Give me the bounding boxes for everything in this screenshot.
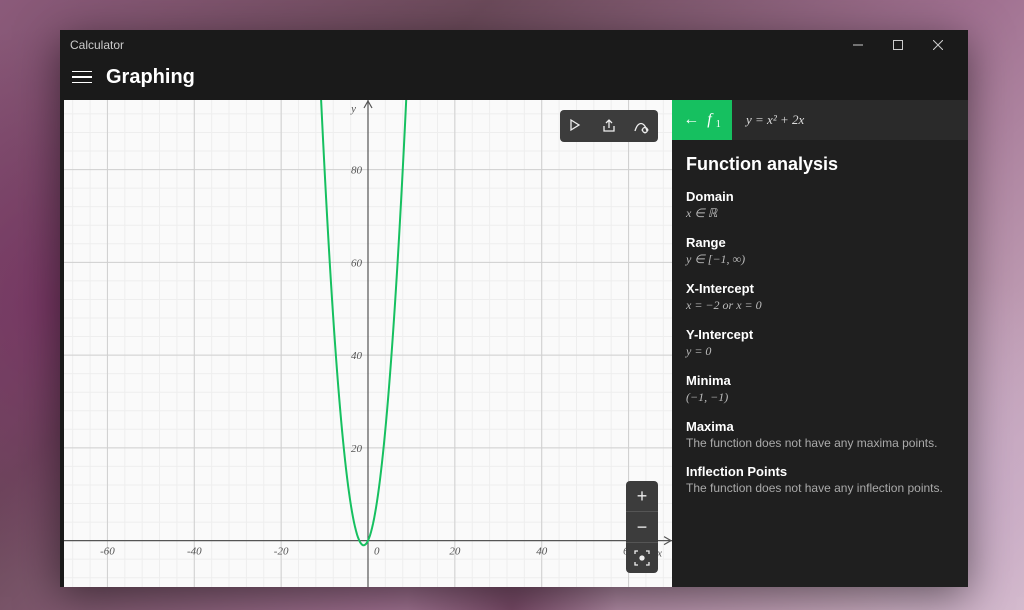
- property-value: The function does not have any maxima po…: [686, 436, 954, 450]
- svg-text:-20: -20: [274, 546, 289, 558]
- property-label: Range: [686, 235, 954, 250]
- property-value: (−1, −1): [686, 390, 954, 405]
- svg-text:40: 40: [536, 546, 548, 558]
- svg-text:0: 0: [374, 546, 380, 558]
- maximize-button[interactable]: [878, 30, 918, 60]
- svg-text:80: 80: [351, 165, 363, 177]
- analysis-title: Function analysis: [686, 154, 954, 175]
- app-header: Graphing: [60, 60, 968, 100]
- property-label: Maxima: [686, 419, 954, 434]
- svg-text:60: 60: [351, 257, 363, 269]
- analysis-property: Maxima The function does not have any max…: [686, 419, 954, 450]
- side-panel: ← f 1 y = x² + 2x Function analysis Doma…: [672, 100, 968, 587]
- property-value: The function does not have any inflectio…: [686, 481, 954, 495]
- function-header: ← f 1 y = x² + 2x: [672, 100, 968, 140]
- property-label: X-Intercept: [686, 281, 954, 296]
- svg-text:-60: -60: [100, 546, 115, 558]
- property-value: x ∈ ℝ: [686, 206, 954, 221]
- share-button[interactable]: [594, 112, 624, 140]
- property-label: Y-Intercept: [686, 327, 954, 342]
- back-to-functions-button[interactable]: ← f 1: [672, 100, 732, 140]
- zoom-controls: + −: [626, 481, 658, 573]
- property-label: Domain: [686, 189, 954, 204]
- svg-text:20: 20: [351, 443, 363, 455]
- property-label: Minima: [686, 373, 954, 388]
- svg-text:20: 20: [449, 546, 461, 558]
- analysis-property: Y-Intercept y = 0: [686, 327, 954, 359]
- trace-tool-button[interactable]: [562, 112, 592, 140]
- analysis-property: X-Intercept x = −2 or x = 0: [686, 281, 954, 313]
- analysis-property: Inflection Points The function does not h…: [686, 464, 954, 495]
- svg-text:-40: -40: [187, 546, 202, 558]
- titlebar: Calculator: [60, 30, 968, 60]
- mode-title: Graphing: [106, 66, 195, 89]
- svg-text:y: y: [350, 103, 356, 115]
- function-expression: y = x² + 2x: [732, 100, 968, 140]
- close-button[interactable]: [918, 30, 958, 60]
- zoom-out-button[interactable]: −: [626, 512, 658, 542]
- minimize-button[interactable]: [838, 30, 878, 60]
- back-arrow-icon: ←: [683, 111, 699, 129]
- graph-canvas[interactable]: -60-40-20204060204060800xy: [64, 100, 672, 587]
- graph-options-button[interactable]: [626, 112, 656, 140]
- property-label: Inflection Points: [686, 464, 954, 479]
- analysis-property: Domain x ∈ ℝ: [686, 189, 954, 221]
- analysis-property: Minima (−1, −1): [686, 373, 954, 405]
- hamburger-menu-icon[interactable]: [72, 71, 92, 84]
- content: -60-40-20204060204060800xy + −: [60, 100, 968, 587]
- property-value: y = 0: [686, 344, 954, 359]
- zoom-in-button[interactable]: +: [626, 481, 658, 511]
- analysis-panel: Function analysis Domain x ∈ ℝ Range y ∈ [−…: [672, 140, 968, 587]
- analysis-property: Range y ∈ [−1, ∞): [686, 235, 954, 267]
- graph-pane[interactable]: -60-40-20204060204060800xy + −: [64, 100, 672, 587]
- svg-text:40: 40: [351, 350, 363, 362]
- function-symbol: f: [707, 111, 711, 129]
- graph-toolbar: [560, 110, 658, 142]
- function-subscript: 1: [716, 119, 721, 130]
- property-value: x = −2 or x = 0: [686, 298, 954, 313]
- app-window: Calculator Graphing -60-40-2020406020406…: [60, 30, 968, 587]
- property-value: y ∈ [−1, ∞): [686, 252, 954, 267]
- reset-view-button[interactable]: [626, 543, 658, 573]
- window-title: Calculator: [70, 38, 124, 52]
